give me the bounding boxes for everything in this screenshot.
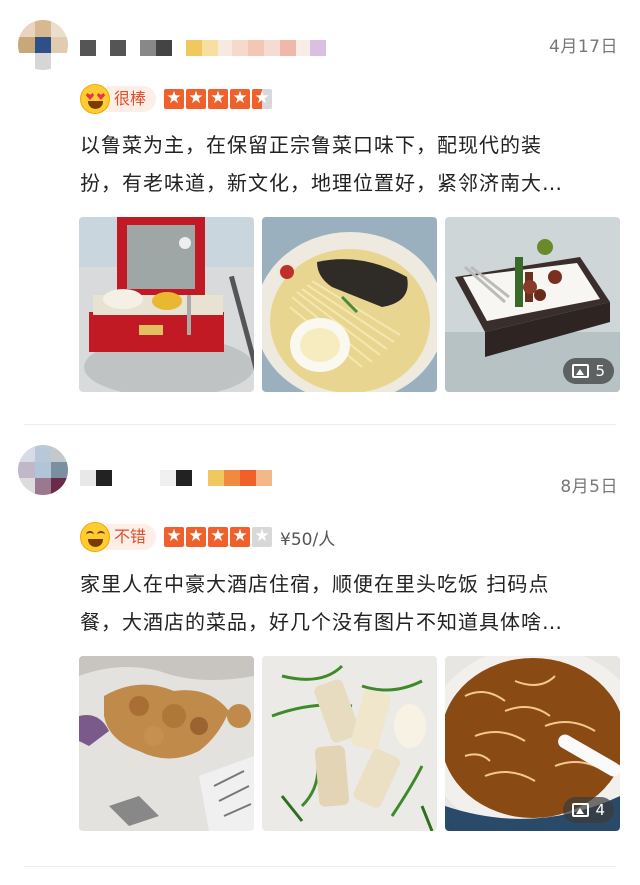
star-icon bbox=[230, 89, 251, 109]
review-date: 8月5日 bbox=[560, 477, 618, 497]
empty-star-icon bbox=[252, 527, 273, 547]
star-icon bbox=[230, 527, 251, 547]
avatar[interactable] bbox=[18, 445, 68, 495]
review-photo[interactable]: 5 bbox=[445, 217, 620, 392]
star-icon bbox=[208, 527, 229, 547]
photo-count-badge[interactable]: 5 bbox=[563, 358, 614, 384]
review-text-line: 以鲁菜为主，在保留正宗鲁菜口味下，配现代的装 bbox=[80, 133, 542, 157]
review-card: 8月5日 不错 ¥50/人 家里人在中豪大酒店住宿，顺便在里头吃饭 扫码点 餐，… bbox=[0, 425, 640, 865]
rating-row: 很棒 bbox=[80, 84, 273, 114]
review-photo[interactable] bbox=[79, 217, 254, 392]
photo-grid: 5 bbox=[79, 217, 620, 392]
avatar[interactable] bbox=[18, 20, 68, 70]
username-blurred[interactable] bbox=[80, 40, 326, 56]
star-icon bbox=[186, 527, 207, 547]
username-blurred[interactable] bbox=[80, 470, 272, 486]
star-icon bbox=[208, 89, 229, 109]
review-text-line: 餐，大酒店的菜品，好几个没有图片不知道具体啥… bbox=[80, 610, 563, 634]
star-icon bbox=[164, 527, 185, 547]
laughing-emoji-icon bbox=[80, 522, 110, 552]
review-text[interactable]: 以鲁菜为主，在保留正宗鲁菜口味下，配现代的装 扮，有老味道，新文化，地理位置好，… bbox=[80, 126, 610, 202]
photo-count: 4 bbox=[595, 801, 605, 819]
review-photo[interactable] bbox=[262, 217, 437, 392]
review-card: 4月17日 很棒 以鲁菜为主，在保留正宗鲁菜口味下，配现代的装 扮，有老味道，新… bbox=[0, 0, 640, 425]
rating-row: 不错 ¥50/人 bbox=[80, 522, 335, 552]
photo-count-badge[interactable]: 4 bbox=[563, 797, 614, 823]
star-icon bbox=[164, 89, 185, 109]
review-text[interactable]: 家里人在中豪大酒店住宿，顺便在里头吃饭 扫码点 餐，大酒店的菜品，好几个没有图片… bbox=[80, 565, 610, 641]
rating-label: 不错 bbox=[106, 524, 157, 550]
review-text-line: 家里人在中豪大酒店住宿，顺便在里头吃饭 扫码点 bbox=[80, 572, 550, 596]
price-per-person: ¥50/人 bbox=[280, 529, 336, 550]
review-date: 4月17日 bbox=[549, 37, 618, 57]
image-icon bbox=[572, 364, 590, 378]
divider bbox=[24, 866, 616, 867]
photo-grid: 4 bbox=[79, 656, 620, 831]
review-photo[interactable]: 4 bbox=[445, 656, 620, 831]
photo-count: 5 bbox=[595, 362, 605, 380]
review-photo[interactable] bbox=[262, 656, 437, 831]
half-star-icon bbox=[252, 89, 273, 109]
heart-eyes-emoji-icon bbox=[80, 84, 110, 114]
review-photo[interactable] bbox=[79, 656, 254, 831]
image-icon bbox=[572, 803, 590, 817]
rating-label: 很棒 bbox=[106, 86, 157, 112]
star-icon bbox=[186, 89, 207, 109]
star-rating bbox=[164, 527, 273, 547]
star-rating bbox=[164, 89, 273, 109]
review-text-line: 扮，有老味道，新文化，地理位置好，紧邻济南大… bbox=[80, 171, 563, 195]
